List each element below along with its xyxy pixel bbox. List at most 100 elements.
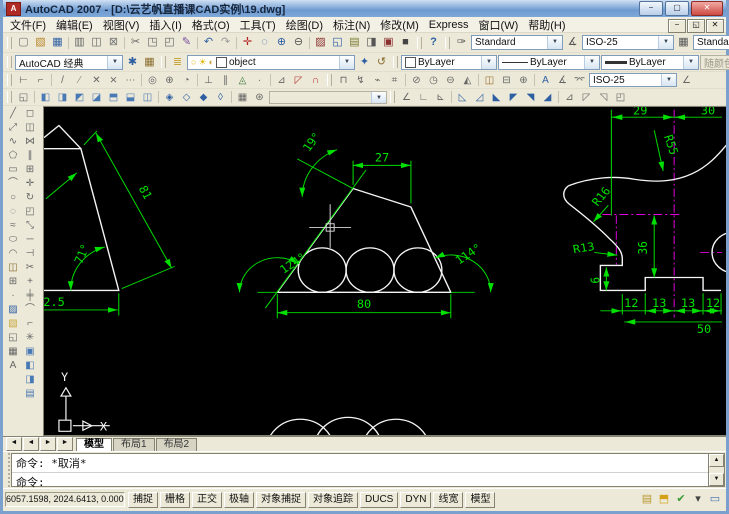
- layer-color-swatch[interactable]: [215, 56, 227, 68]
- toolbar-grip[interactable]: [417, 36, 422, 49]
- status-toggle[interactable]: 极轴: [224, 491, 254, 508]
- modify-tool-icon[interactable]: ◫: [22, 121, 38, 135]
- menu[interactable]: 文件(F): [5, 17, 51, 33]
- table-style-icon[interactable]: ▦: [675, 35, 692, 50]
- draw-tool-icon[interactable]: ⬭: [5, 233, 21, 247]
- mdi-minimize-button[interactable]: −: [668, 19, 686, 33]
- tab[interactable]: 模型: [76, 437, 112, 451]
- layer-tool-icon[interactable]: ✦: [356, 55, 373, 70]
- dim-style-dropdown[interactable]: ISO-25 ▼: [582, 35, 674, 50]
- ucs-toolbar-icon[interactable]: ◣: [488, 91, 505, 104]
- draw-tool-icon[interactable]: ⤢: [5, 121, 21, 135]
- toolbar-icon[interactable]: ◸: [290, 74, 307, 87]
- standard-toolbar-icon[interactable]: ▧: [32, 35, 49, 50]
- modify-tool-icon[interactable]: ✂: [22, 261, 38, 275]
- modify-tool-icon[interactable]: ⌐: [22, 317, 38, 331]
- modify-tool-icon[interactable]: ↻: [22, 191, 38, 205]
- toolbar-icon[interactable]: ∕: [71, 74, 88, 87]
- tray-icon[interactable]: ▾: [691, 492, 705, 507]
- standard-toolbar-icon[interactable]: ⊖: [290, 35, 307, 50]
- dimension-toolbar-icon[interactable]: ⌁: [369, 74, 386, 87]
- text-style-icon[interactable]: ✑: [453, 35, 470, 50]
- dim-36[interactable]: 36: [636, 241, 651, 254]
- ucs-toolbar-icon[interactable]: ∠: [398, 91, 415, 104]
- lineweight-dropdown[interactable]: ByLayer ▼: [601, 54, 699, 70]
- dim-r55[interactable]: R55: [661, 133, 681, 156]
- chevron-down-icon[interactable]: ▼: [547, 36, 562, 49]
- toolbar-icon[interactable]: ∥: [217, 74, 234, 87]
- tab-nav-button[interactable]: ◄: [23, 437, 39, 451]
- command-scrollbar[interactable]: ▲ ▼: [709, 453, 725, 487]
- toolbar-grip[interactable]: [7, 91, 12, 103]
- toolbar-icon[interactable]: ∙: [251, 74, 268, 87]
- standard-toolbar-icon[interactable]: ↷: [217, 35, 234, 50]
- left-figure[interactable]: 81 71° 2.5: [44, 124, 175, 316]
- layer-lock-icon[interactable]: ◐: [209, 57, 214, 67]
- view-toolbar-icon[interactable]: ◱: [15, 91, 32, 104]
- scroll-up-icon[interactable]: ▲: [709, 454, 724, 467]
- workspace-icon[interactable]: ✱: [124, 55, 141, 70]
- view-toolbar-icon[interactable]: ◧: [37, 91, 54, 104]
- standard-toolbar-icon[interactable]: ▦: [49, 35, 66, 50]
- modify-tool-icon[interactable]: ◻: [22, 107, 38, 121]
- ucs-toolbar-icon[interactable]: ◥: [522, 91, 539, 104]
- dim-2-5[interactable]: 2.5: [44, 296, 65, 309]
- workspace-dropdown[interactable]: AutoCAD 经典 ▼: [15, 54, 123, 70]
- middle-figure[interactable]: 19° 27 124° 114° 80: [236, 130, 494, 319]
- status-toggle[interactable]: 栅格: [160, 491, 190, 508]
- tray-icon[interactable]: ▭: [708, 492, 722, 507]
- menu[interactable]: 帮助(H): [523, 17, 570, 33]
- status-toggle[interactable]: 模型: [465, 491, 496, 508]
- status-toggle[interactable]: DUCS: [360, 491, 399, 508]
- modify-tool-icon[interactable]: ⋈: [22, 135, 38, 149]
- toolbar-grip[interactable]: [7, 74, 12, 86]
- draw-tool-icon[interactable]: ◌: [5, 205, 21, 219]
- toolbar-grip[interactable]: [327, 74, 332, 86]
- ucs-toolbar-icon[interactable]: ∟: [415, 91, 432, 104]
- drawing-canvas[interactable]: 81 71° 2.5 19° 27 124° 114° 80 29 30 R55…: [43, 106, 726, 436]
- draw-tool-icon[interactable]: A: [5, 359, 21, 373]
- status-toggle[interactable]: DYN: [400, 491, 432, 508]
- status-toggle[interactable]: 正交: [192, 491, 222, 508]
- view-toolbar-icon[interactable]: ◆: [195, 91, 212, 104]
- layer-dropdown[interactable]: ○ ☀ ◐ object ▼: [187, 54, 355, 70]
- ucs-toolbar-icon[interactable]: ⊿: [561, 91, 578, 104]
- chevron-down-icon[interactable]: ▼: [107, 55, 122, 69]
- dimension-toolbar-icon[interactable]: A: [537, 74, 554, 87]
- modify-tool-icon[interactable]: ✛: [22, 177, 38, 191]
- dim-80[interactable]: 80: [357, 297, 371, 310]
- toolbar-icon[interactable]: ◬: [234, 74, 251, 87]
- toolbar-grip[interactable]: [393, 56, 398, 68]
- dim-71deg[interactable]: 71°: [71, 242, 93, 266]
- draw-tool-icon[interactable]: ⊞: [5, 275, 21, 289]
- menu[interactable]: 修改(M): [375, 17, 424, 33]
- help-icon[interactable]: ?: [425, 35, 442, 50]
- status-toggle[interactable]: 捕捉: [128, 491, 158, 508]
- standard-toolbar-icon[interactable]: ■: [397, 35, 414, 50]
- draw-tool-icon[interactable]: ◫: [5, 261, 21, 275]
- modify-tool-icon[interactable]: ◰: [22, 205, 38, 219]
- standard-toolbar-icon[interactable]: ◌: [256, 35, 273, 50]
- modify-tool-icon[interactable]: ─: [22, 233, 38, 247]
- left-figure-geometry[interactable]: [44, 124, 120, 292]
- minimize-button[interactable]: −: [639, 1, 663, 16]
- linetype-dropdown[interactable]: ByLayer ▼: [498, 54, 600, 70]
- dim-124deg[interactable]: 124°: [277, 250, 309, 276]
- modify-tool-icon[interactable]: ⊞: [22, 163, 38, 177]
- dimension-toolbar-icon[interactable]: ⊓: [335, 74, 352, 87]
- view-toolbar-icon[interactable]: ▦: [234, 91, 251, 104]
- ucs-toolbar-icon[interactable]: ◢: [539, 91, 556, 104]
- tray-icon[interactable]: ⬒: [657, 492, 671, 507]
- draw-tool-icon[interactable]: ◠: [5, 247, 21, 261]
- ucs-toolbar-icon[interactable]: ◸: [578, 91, 595, 104]
- dimension-toolbar-icon[interactable]: ⊟: [498, 74, 515, 87]
- modify-tool-icon[interactable]: ⊣: [22, 247, 38, 261]
- view-toolbar-icon[interactable]: ⬓: [122, 91, 139, 104]
- standard-toolbar-icon[interactable]: ◨: [363, 35, 380, 50]
- standard-toolbar-icon[interactable]: ◳: [144, 35, 161, 50]
- dim-29[interactable]: 29: [633, 107, 647, 117]
- chevron-down-icon[interactable]: ▼: [661, 74, 676, 86]
- menu[interactable]: 视图(V): [98, 17, 145, 33]
- modify-tool-icon[interactable]: ▤: [22, 387, 38, 401]
- drawing-svg[interactable]: 81 71° 2.5 19° 27 124° 114° 80 29 30 R55…: [44, 107, 726, 435]
